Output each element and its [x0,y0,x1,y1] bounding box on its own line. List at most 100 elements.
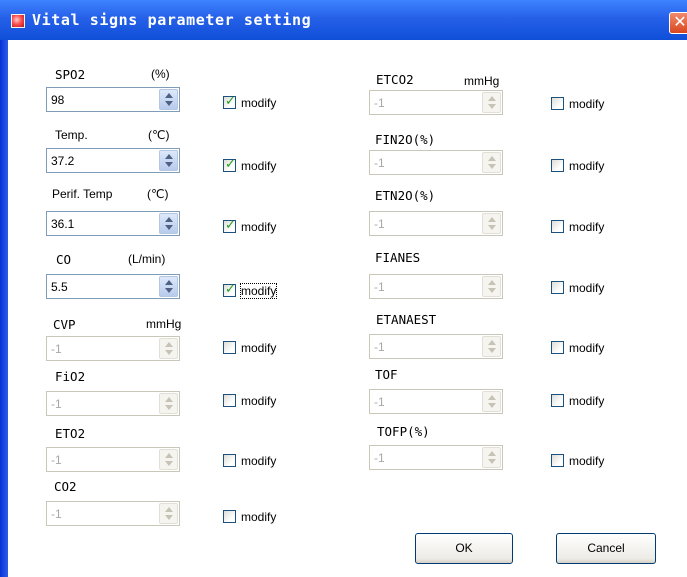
modify-label[interactable]: modify [241,159,276,173]
modify-label[interactable]: modify [241,394,276,408]
spin-buttons[interactable] [159,393,178,414]
spin-up-icon[interactable] [165,217,173,222]
spin-buttons[interactable] [482,447,501,468]
checkbox-box[interactable] [551,341,564,354]
etco2-spinbox[interactable]: -1 [369,90,503,115]
checkbox-box[interactable] [551,220,564,233]
modify-label[interactable]: modify [239,283,278,299]
modify-label[interactable]: modify [569,454,604,468]
spin-up-icon[interactable] [488,96,496,101]
checkbox-box[interactable]: ✓ [223,93,236,109]
checkbox-box[interactable] [551,97,564,110]
spin-up-icon[interactable] [488,217,496,222]
spin-buttons[interactable] [159,213,178,234]
modify-label[interactable]: modify [569,341,604,355]
etanaest-value[interactable]: -1 [374,340,385,354]
cvp-spinbox[interactable]: -1 [46,336,180,361]
spin-down-icon[interactable] [488,288,496,293]
spin-buttons[interactable] [159,338,178,359]
spin-buttons[interactable] [159,503,178,524]
spin-up-icon[interactable] [488,280,496,285]
spin-buttons[interactable] [482,213,501,234]
modify-label[interactable]: modify [569,394,604,408]
spin-down-icon[interactable] [488,403,496,408]
tof-spinbox[interactable]: -1 [369,389,503,414]
fio2-value[interactable]: -1 [51,397,62,411]
modify-label[interactable]: modify [569,159,604,173]
perif-temp-spinbox[interactable]: 36.1 [46,211,180,236]
etn2o-spinbox[interactable]: -1 [369,211,503,236]
modify-label[interactable]: modify [569,220,604,234]
modify-label[interactable]: modify [241,454,276,468]
checkbox-box[interactable] [551,454,564,467]
spin-buttons[interactable] [482,336,501,357]
spin-up-icon[interactable] [488,395,496,400]
spin-down-icon[interactable] [165,225,173,230]
co-spinbox[interactable]: 5.5 [46,274,180,299]
modify-label[interactable]: modify [569,281,604,295]
spin-up-icon[interactable] [165,453,173,458]
modify-label[interactable]: modify [241,220,276,234]
eto2-spinbox[interactable]: -1 [46,447,180,472]
fin2o-value[interactable]: -1 [374,156,385,170]
spin-buttons[interactable] [159,150,178,171]
checkbox-box[interactable]: ✓ [223,281,236,297]
checkbox-box[interactable] [223,510,236,523]
modify-label[interactable]: modify [569,97,604,111]
spin-down-icon[interactable] [488,104,496,109]
ok-button[interactable]: OK [415,533,513,564]
modify-label[interactable]: modify [241,341,276,355]
spin-down-icon[interactable] [488,225,496,230]
spin-buttons[interactable] [482,92,501,113]
spin-up-icon[interactable] [165,280,173,285]
spin-buttons[interactable] [482,391,501,412]
spin-down-icon[interactable] [488,459,496,464]
spin-down-icon[interactable] [165,288,173,293]
checkbox-box[interactable]: ✓ [223,156,236,172]
close-button[interactable]: ✕ [669,12,687,34]
spin-up-icon[interactable] [165,154,173,159]
spin-down-icon[interactable] [165,162,173,167]
checkbox-box[interactable] [551,159,564,172]
fianes-spinbox[interactable]: -1 [369,274,503,299]
spin-up-icon[interactable] [488,451,496,456]
etn2o-value[interactable]: -1 [374,217,385,231]
spin-buttons[interactable] [159,276,178,297]
eto2-value[interactable]: -1 [51,453,62,467]
spin-up-icon[interactable] [165,342,173,347]
spin-down-icon[interactable] [165,405,173,410]
modify-label[interactable]: modify [241,510,276,524]
tofp-spinbox[interactable]: -1 [369,445,503,470]
spin-down-icon[interactable] [165,461,173,466]
co2-value[interactable]: -1 [51,507,62,521]
spo2-value[interactable]: 98 [51,93,64,107]
spin-up-icon[interactable] [165,507,173,512]
etco2-value[interactable]: -1 [374,96,385,110]
spin-up-icon[interactable] [488,156,496,161]
temp-spinbox[interactable]: 37.2 [46,148,180,173]
spin-down-icon[interactable] [488,164,496,169]
co2-spinbox[interactable]: -1 [46,501,180,526]
fin2o-spinbox[interactable]: -1 [369,150,503,175]
etanaest-spinbox[interactable]: -1 [369,334,503,359]
spin-down-icon[interactable] [165,350,173,355]
spin-buttons[interactable] [482,276,501,297]
fianes-value[interactable]: -1 [374,280,385,294]
checkbox-box[interactable] [223,341,236,354]
fio2-spinbox[interactable]: -1 [46,391,180,416]
spin-up-icon[interactable] [488,340,496,345]
tof-value[interactable]: -1 [374,395,385,409]
spin-buttons[interactable] [482,152,501,173]
spin-up-icon[interactable] [165,93,173,98]
cancel-button[interactable]: Cancel [556,533,656,564]
checkbox-box[interactable] [223,394,236,407]
checkbox-box[interactable]: ✓ [223,217,236,233]
title-bar[interactable]: Vital signs parameter setting ✕ [0,0,687,40]
checkbox-box[interactable] [223,454,236,467]
spo2-spinbox[interactable]: 98 [46,87,180,112]
spin-up-icon[interactable] [165,397,173,402]
cvp-value[interactable]: -1 [51,342,62,356]
spin-down-icon[interactable] [165,515,173,520]
tofp-value[interactable]: -1 [374,451,385,465]
modify-label[interactable]: modify [241,96,276,110]
